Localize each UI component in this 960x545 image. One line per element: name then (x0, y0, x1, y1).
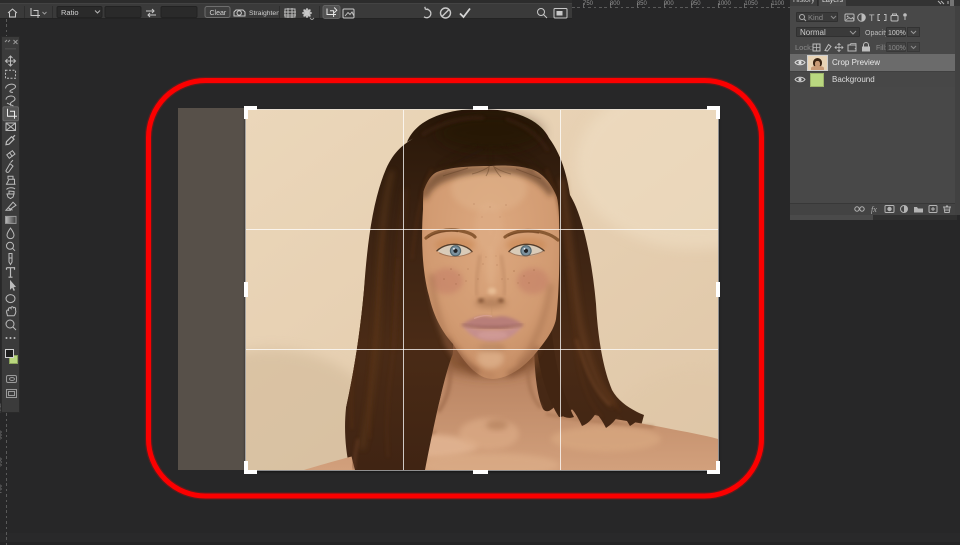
svg-text:Straighten: Straighten (249, 10, 280, 17)
svg-text:Clear: Clear (210, 10, 227, 17)
svg-text:fx: fx (871, 205, 877, 214)
svg-text:Ratio: Ratio (61, 8, 79, 17)
svg-text:T: T (869, 13, 875, 23)
